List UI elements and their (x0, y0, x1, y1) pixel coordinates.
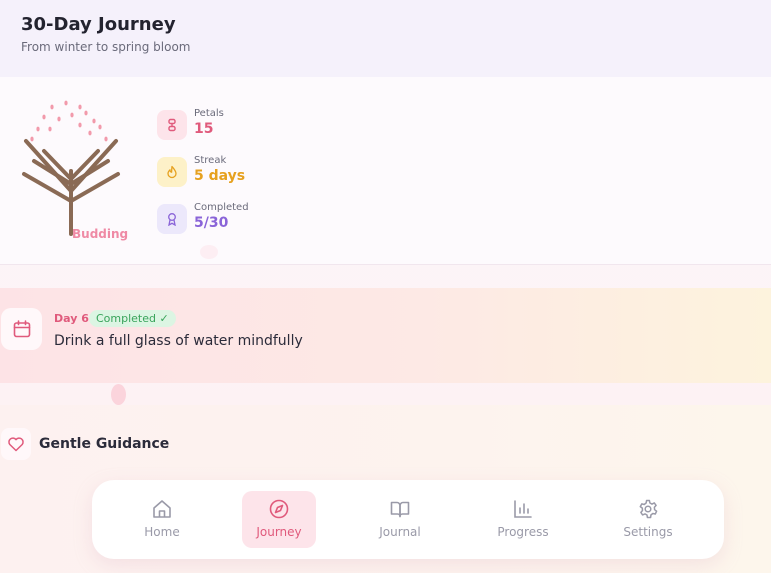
stat-value: 5 days (194, 168, 246, 184)
stat-streak: Streak 5 days (157, 155, 357, 189)
flame-icon (157, 157, 187, 187)
page-title: 30-Day Journey (21, 14, 176, 35)
nav-progress[interactable]: Progress (486, 491, 560, 548)
bottom-navigation: Home Journey Journal Progress Settings (92, 480, 724, 559)
today-task-card[interactable]: Day 6 Completed ✓ Drink a full glass of … (0, 288, 771, 383)
task-text: Drink a full glass of water mindfully (54, 333, 303, 349)
decorative-petal (200, 245, 218, 259)
flower-icon (157, 110, 187, 140)
stat-label: Streak (194, 155, 227, 166)
stat-value: 5/30 (194, 215, 229, 231)
calendar-icon (1, 308, 42, 350)
home-icon (125, 498, 199, 520)
stat-label: Petals (194, 108, 224, 119)
nav-home[interactable]: Home (125, 491, 199, 548)
page-subtitle: From winter to spring bloom (21, 40, 191, 54)
nav-label: Home (144, 525, 180, 539)
nav-journey[interactable]: Journey (242, 491, 316, 548)
guidance-title[interactable]: Gentle Guidance (39, 436, 169, 452)
nav-label: Journey (256, 525, 302, 539)
stat-label: Completed (194, 202, 249, 213)
nav-label: Journal (379, 525, 421, 539)
header: 30-Day Journey From winter to spring blo… (0, 0, 771, 77)
growth-stage-label: Budding (72, 227, 129, 241)
status-badge: Completed ✓ (89, 310, 176, 327)
heart-icon (1, 428, 31, 460)
chart-icon (486, 498, 560, 520)
stat-value: 15 (194, 121, 214, 137)
decorative-petal (111, 384, 126, 405)
tree-card: Budding Petals 15 Streak 5 days Complete… (0, 77, 771, 265)
nav-label: Progress (497, 525, 549, 539)
nav-journal[interactable]: Journal (363, 491, 437, 548)
nav-label: Settings (623, 525, 673, 539)
day-number: Day 6 (54, 312, 89, 325)
nav-settings[interactable]: Settings (611, 491, 685, 548)
compass-icon (242, 498, 316, 520)
stat-completed: Completed 5/30 (157, 202, 357, 236)
award-icon (157, 204, 187, 234)
tree-illustration: Budding (14, 99, 134, 249)
book-icon (363, 498, 437, 520)
stat-petals: Petals 15 (157, 108, 357, 142)
gear-icon (611, 498, 685, 520)
